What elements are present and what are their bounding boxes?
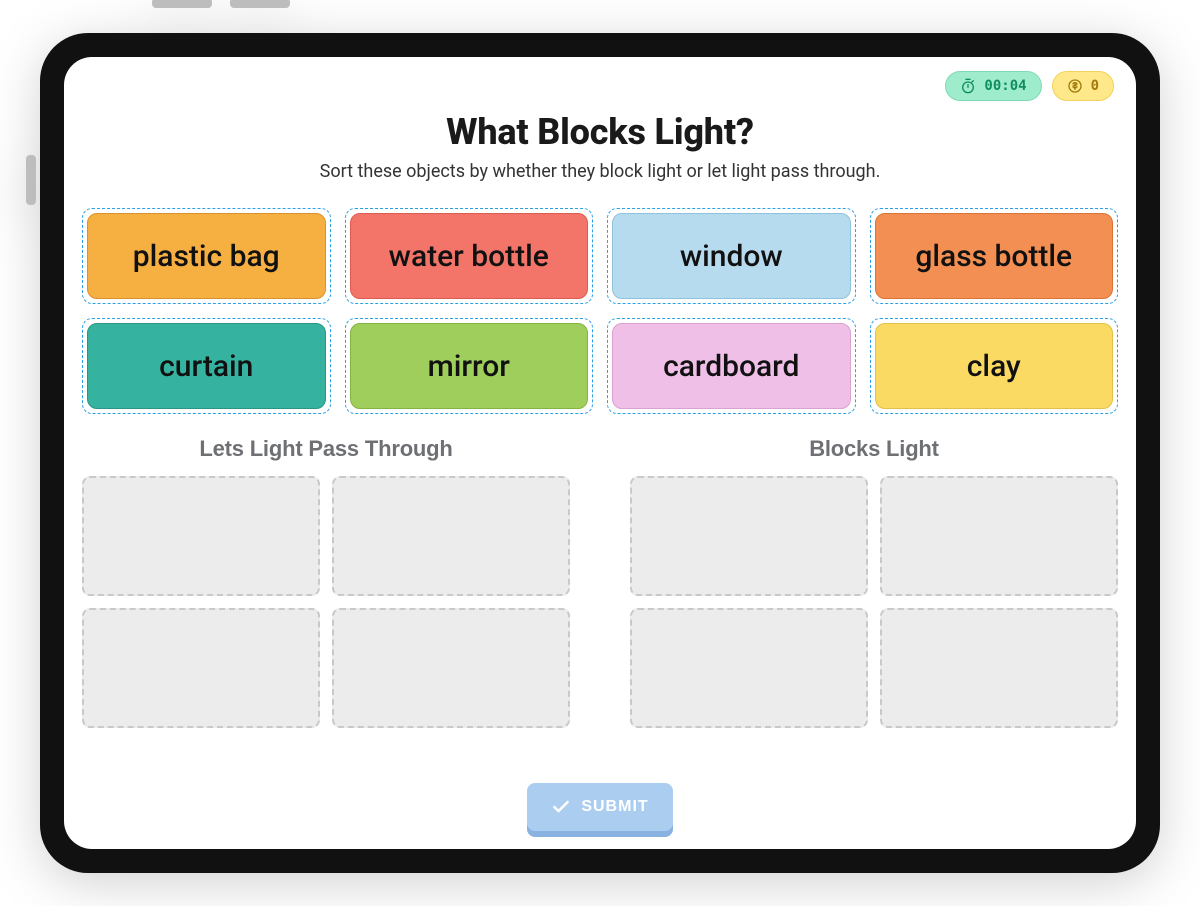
drop-slot[interactable] (630, 476, 868, 596)
drop-slot[interactable] (332, 608, 570, 728)
tablet-top-button-1 (152, 0, 212, 8)
submit-button[interactable]: SUBMIT (527, 783, 672, 831)
draggable-tile[interactable]: window (612, 213, 851, 299)
tile-cell: water bottle (345, 208, 594, 304)
submit-label: SUBMIT (581, 798, 648, 816)
timer-pill: 00:04 (945, 71, 1041, 101)
tile-cell: clay (870, 318, 1119, 414)
slot-grid-right (630, 476, 1118, 728)
slot-grid-left (82, 476, 570, 728)
status-row: 00:04 0 (945, 71, 1114, 101)
tile-cell: glass bottle (870, 208, 1119, 304)
tile-cell: plastic bag (82, 208, 331, 304)
drop-slot[interactable] (880, 476, 1118, 596)
draggable-tile[interactable]: plastic bag (87, 213, 326, 299)
tile-cell: mirror (345, 318, 594, 414)
drop-slot[interactable] (630, 608, 868, 728)
drop-slot[interactable] (332, 476, 570, 596)
tablet-side-button (26, 155, 36, 205)
draggable-tile[interactable]: water bottle (350, 213, 589, 299)
stopwatch-icon (960, 78, 976, 94)
stage: 00:04 0 What Blocks Light? Sort (0, 0, 1200, 906)
drop-slot[interactable] (82, 476, 320, 596)
zone-blocks-light: Blocks Light (630, 436, 1118, 728)
page-title: What Blocks Light? (82, 111, 1118, 153)
tile-cell: curtain (82, 318, 331, 414)
tablet-top-button-2 (230, 0, 290, 8)
zone-title-left: Lets Light Pass Through (82, 436, 570, 462)
coin-icon (1067, 78, 1083, 94)
draggable-tile[interactable]: clay (875, 323, 1114, 409)
page-subtitle: Sort these objects by whether they block… (82, 161, 1118, 182)
tile-cell: cardboard (607, 318, 856, 414)
drop-zones: Lets Light Pass Through Blocks Light (82, 436, 1118, 728)
header: What Blocks Light? Sort these objects by… (82, 111, 1118, 182)
timer-value: 00:04 (984, 78, 1026, 94)
tile-cell: window (607, 208, 856, 304)
check-icon (551, 797, 571, 817)
tablet-frame: 00:04 0 What Blocks Light? Sort (40, 33, 1160, 873)
coins-value: 0 (1091, 78, 1099, 94)
zone-lets-light-pass: Lets Light Pass Through (82, 436, 570, 728)
drop-slot[interactable] (82, 608, 320, 728)
draggable-tile[interactable]: cardboard (612, 323, 851, 409)
drop-slot[interactable] (880, 608, 1118, 728)
draggable-tile[interactable]: mirror (350, 323, 589, 409)
object-tiles-grid: plastic bag water bottle window glass bottl… (82, 208, 1118, 414)
submit-row: SUBMIT (64, 783, 1136, 831)
coins-pill: 0 (1052, 71, 1114, 101)
screen: 00:04 0 What Blocks Light? Sort (64, 57, 1136, 849)
draggable-tile[interactable]: glass bottle (875, 213, 1114, 299)
draggable-tile[interactable]: curtain (87, 323, 326, 409)
zone-title-right: Blocks Light (630, 436, 1118, 462)
